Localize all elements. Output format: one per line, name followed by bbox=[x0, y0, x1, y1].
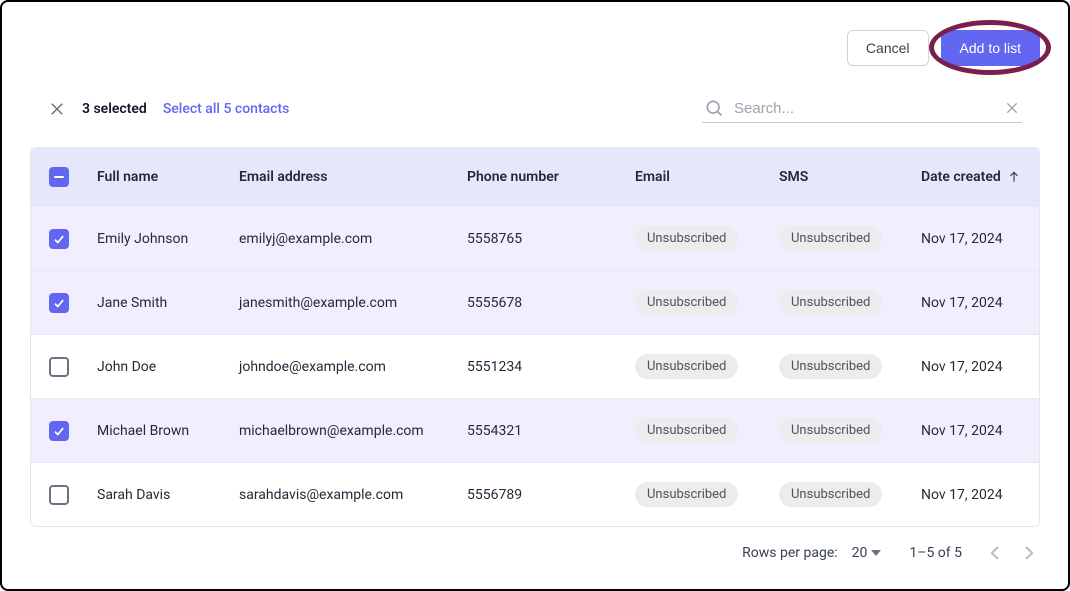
search-input[interactable] bbox=[734, 100, 994, 117]
col-header-sms[interactable]: SMS bbox=[779, 169, 921, 185]
status-badge: Unsubscribed bbox=[635, 290, 738, 315]
cell-phone: 5551234 bbox=[467, 359, 635, 375]
top-actions: Cancel Add to list bbox=[30, 30, 1040, 66]
cell-sms-status: Unsubscribed bbox=[779, 226, 921, 251]
cell-email-status: Unsubscribed bbox=[635, 482, 779, 507]
table-body: Emily Johnsonemilyj@example.com5558765Un… bbox=[31, 206, 1039, 526]
cancel-button[interactable]: Cancel bbox=[847, 30, 929, 66]
select-all-checkbox[interactable] bbox=[49, 167, 69, 187]
close-icon[interactable] bbox=[48, 100, 66, 118]
cell-email-status: Unsubscribed bbox=[635, 226, 779, 251]
cell-email: janesmith@example.com bbox=[239, 295, 467, 311]
table-row[interactable]: Emily Johnsonemilyj@example.com5558765Un… bbox=[31, 206, 1039, 270]
cell-date: Nov 17, 2024 bbox=[921, 359, 1021, 375]
cell-email-status: Unsubscribed bbox=[635, 354, 779, 379]
cell-sms-status: Unsubscribed bbox=[779, 290, 921, 315]
cell-phone: 5558765 bbox=[467, 231, 635, 247]
col-header-phone[interactable]: Phone number bbox=[467, 169, 635, 185]
next-page-button[interactable] bbox=[1024, 546, 1034, 560]
col-header-email-status[interactable]: Email bbox=[635, 169, 779, 185]
pager-arrows bbox=[990, 546, 1034, 560]
status-badge: Unsubscribed bbox=[779, 418, 882, 443]
cell-email: emilyj@example.com bbox=[239, 231, 467, 247]
cell-name: John Doe bbox=[97, 359, 239, 375]
cell-email-status: Unsubscribed bbox=[635, 418, 779, 443]
rows-per-page: Rows per page: 20 bbox=[742, 545, 881, 561]
page-range: 1–5 of 5 bbox=[909, 545, 962, 561]
status-badge: Unsubscribed bbox=[779, 290, 882, 315]
table-row[interactable]: Sarah Davissarahdavis@example.com5556789… bbox=[31, 462, 1039, 526]
cell-date: Nov 17, 2024 bbox=[921, 295, 1021, 311]
cell-sms-status: Unsubscribed bbox=[779, 482, 921, 507]
contacts-table: Full name Email address Phone number Ema… bbox=[30, 147, 1040, 527]
search-icon bbox=[704, 98, 724, 118]
cell-sms-status: Unsubscribed bbox=[779, 354, 921, 379]
selected-count: 3 selected bbox=[82, 101, 147, 117]
status-badge: Unsubscribed bbox=[635, 226, 738, 251]
cell-date: Nov 17, 2024 bbox=[921, 231, 1021, 247]
select-all-link[interactable]: Select all 5 contacts bbox=[163, 101, 290, 117]
status-badge: Unsubscribed bbox=[635, 482, 738, 507]
page-size-value: 20 bbox=[852, 545, 868, 561]
add-to-list-button[interactable]: Add to list bbox=[941, 30, 1040, 66]
chevron-down-icon bbox=[871, 550, 881, 556]
row-checkbox[interactable] bbox=[49, 357, 69, 377]
cell-phone: 5556789 bbox=[467, 487, 635, 503]
sort-asc-icon bbox=[1007, 170, 1021, 184]
row-checkbox[interactable] bbox=[49, 229, 69, 249]
row-checkbox[interactable] bbox=[49, 293, 69, 313]
cell-name: Michael Brown bbox=[97, 423, 239, 439]
cell-sms-status: Unsubscribed bbox=[779, 418, 921, 443]
cell-name: Sarah Davis bbox=[97, 487, 239, 503]
cell-date: Nov 17, 2024 bbox=[921, 423, 1021, 439]
row-checkbox[interactable] bbox=[49, 485, 69, 505]
table-row[interactable]: Jane Smithjanesmith@example.com5555678Un… bbox=[31, 270, 1039, 334]
selection-bar: 3 selected Select all 5 contacts bbox=[30, 86, 1040, 131]
prev-page-button[interactable] bbox=[990, 546, 1000, 560]
cell-name: Emily Johnson bbox=[97, 231, 239, 247]
dialog: Cancel Add to list 3 selected Select all… bbox=[0, 0, 1070, 591]
status-badge: Unsubscribed bbox=[779, 226, 882, 251]
clear-search-icon[interactable] bbox=[1004, 100, 1020, 116]
cell-date: Nov 17, 2024 bbox=[921, 487, 1021, 503]
status-badge: Unsubscribed bbox=[635, 354, 738, 379]
rows-per-page-label: Rows per page: bbox=[742, 545, 837, 561]
cell-email-status: Unsubscribed bbox=[635, 290, 779, 315]
cell-name: Jane Smith bbox=[97, 295, 239, 311]
col-header-date-label: Date created bbox=[921, 169, 1001, 185]
cell-email: johndoe@example.com bbox=[239, 359, 467, 375]
cell-email: sarahdavis@example.com bbox=[239, 487, 467, 503]
col-header-email[interactable]: Email address bbox=[239, 169, 467, 185]
pagination: Rows per page: 20 1–5 of 5 bbox=[30, 527, 1040, 565]
status-badge: Unsubscribed bbox=[635, 418, 738, 443]
status-badge: Unsubscribed bbox=[779, 482, 882, 507]
table-row[interactable]: John Doejohndoe@example.com5551234Unsubs… bbox=[31, 334, 1039, 398]
col-header-date[interactable]: Date created bbox=[921, 169, 1021, 185]
cell-email: michaelbrown@example.com bbox=[239, 423, 467, 439]
table-row[interactable]: Michael Brownmichaelbrown@example.com555… bbox=[31, 398, 1039, 462]
page-size-select[interactable]: 20 bbox=[852, 545, 882, 561]
col-header-name[interactable]: Full name bbox=[97, 169, 239, 185]
search-field[interactable] bbox=[702, 94, 1022, 123]
row-checkbox[interactable] bbox=[49, 421, 69, 441]
status-badge: Unsubscribed bbox=[779, 354, 882, 379]
cell-phone: 5554321 bbox=[467, 423, 635, 439]
table-header: Full name Email address Phone number Ema… bbox=[31, 148, 1039, 206]
cell-phone: 5555678 bbox=[467, 295, 635, 311]
